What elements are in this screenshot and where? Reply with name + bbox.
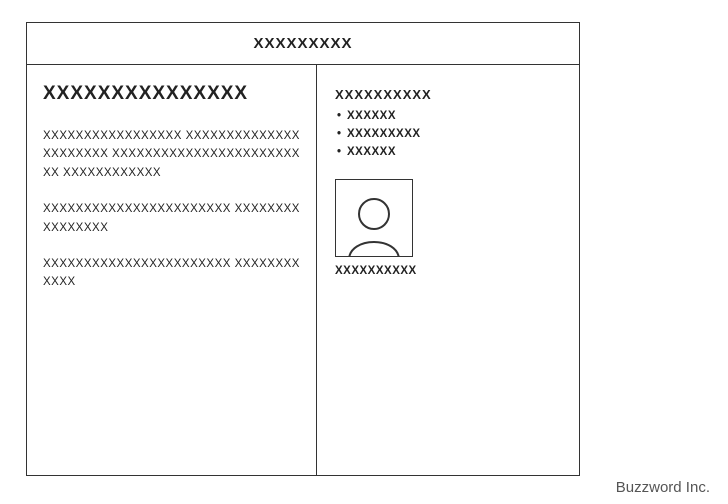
sidebar-list: XXXXXX XXXXXXXXX XXXXXX (335, 108, 561, 161)
main-heading: XXXXXXXXXXXXXXX (43, 83, 300, 105)
footer-brand: Buzzword Inc. (616, 479, 710, 496)
page-header: XXXXXXXXX (27, 23, 579, 65)
sidebar-title: XXXXXXXXXX (335, 87, 561, 102)
person-icon (339, 186, 409, 256)
sidebar-list-item: XXXXXXXXX (335, 126, 561, 144)
sidebar-list-item: XXXXXX (335, 144, 561, 162)
sidebar-column: XXXXXXXXXX XXXXXX XXXXXXXXX XXXXXX XXXXX… (317, 65, 579, 475)
sidebar-list-item: XXXXXX (335, 108, 561, 126)
page-title: XXXXXXXXX (253, 35, 352, 52)
paragraph-2: XXXXXXXXXXXXXXXXXXXXXXX XXXXXXXXXXXXXXXX (43, 200, 300, 237)
avatar-caption: XXXXXXXXXX (335, 265, 413, 277)
avatar-placeholder (335, 179, 413, 257)
wireframe-frame: XXXXXXXXX XXXXXXXXXXXXXXX XXXXXXXXXXXXXX… (26, 22, 580, 476)
paragraph-1: XXXXXXXXXXXXXXXXX XXXXXXXXXXXXXXXXXXXXXX… (43, 127, 300, 182)
paragraph-3: XXXXXXXXXXXXXXXXXXXXXXX XXXXXXXXXXXX (43, 255, 300, 292)
page-body: XXXXXXXXXXXXXXX XXXXXXXXXXXXXXXXX XXXXXX… (27, 65, 579, 475)
main-column: XXXXXXXXXXXXXXX XXXXXXXXXXXXXXXXX XXXXXX… (27, 65, 317, 475)
